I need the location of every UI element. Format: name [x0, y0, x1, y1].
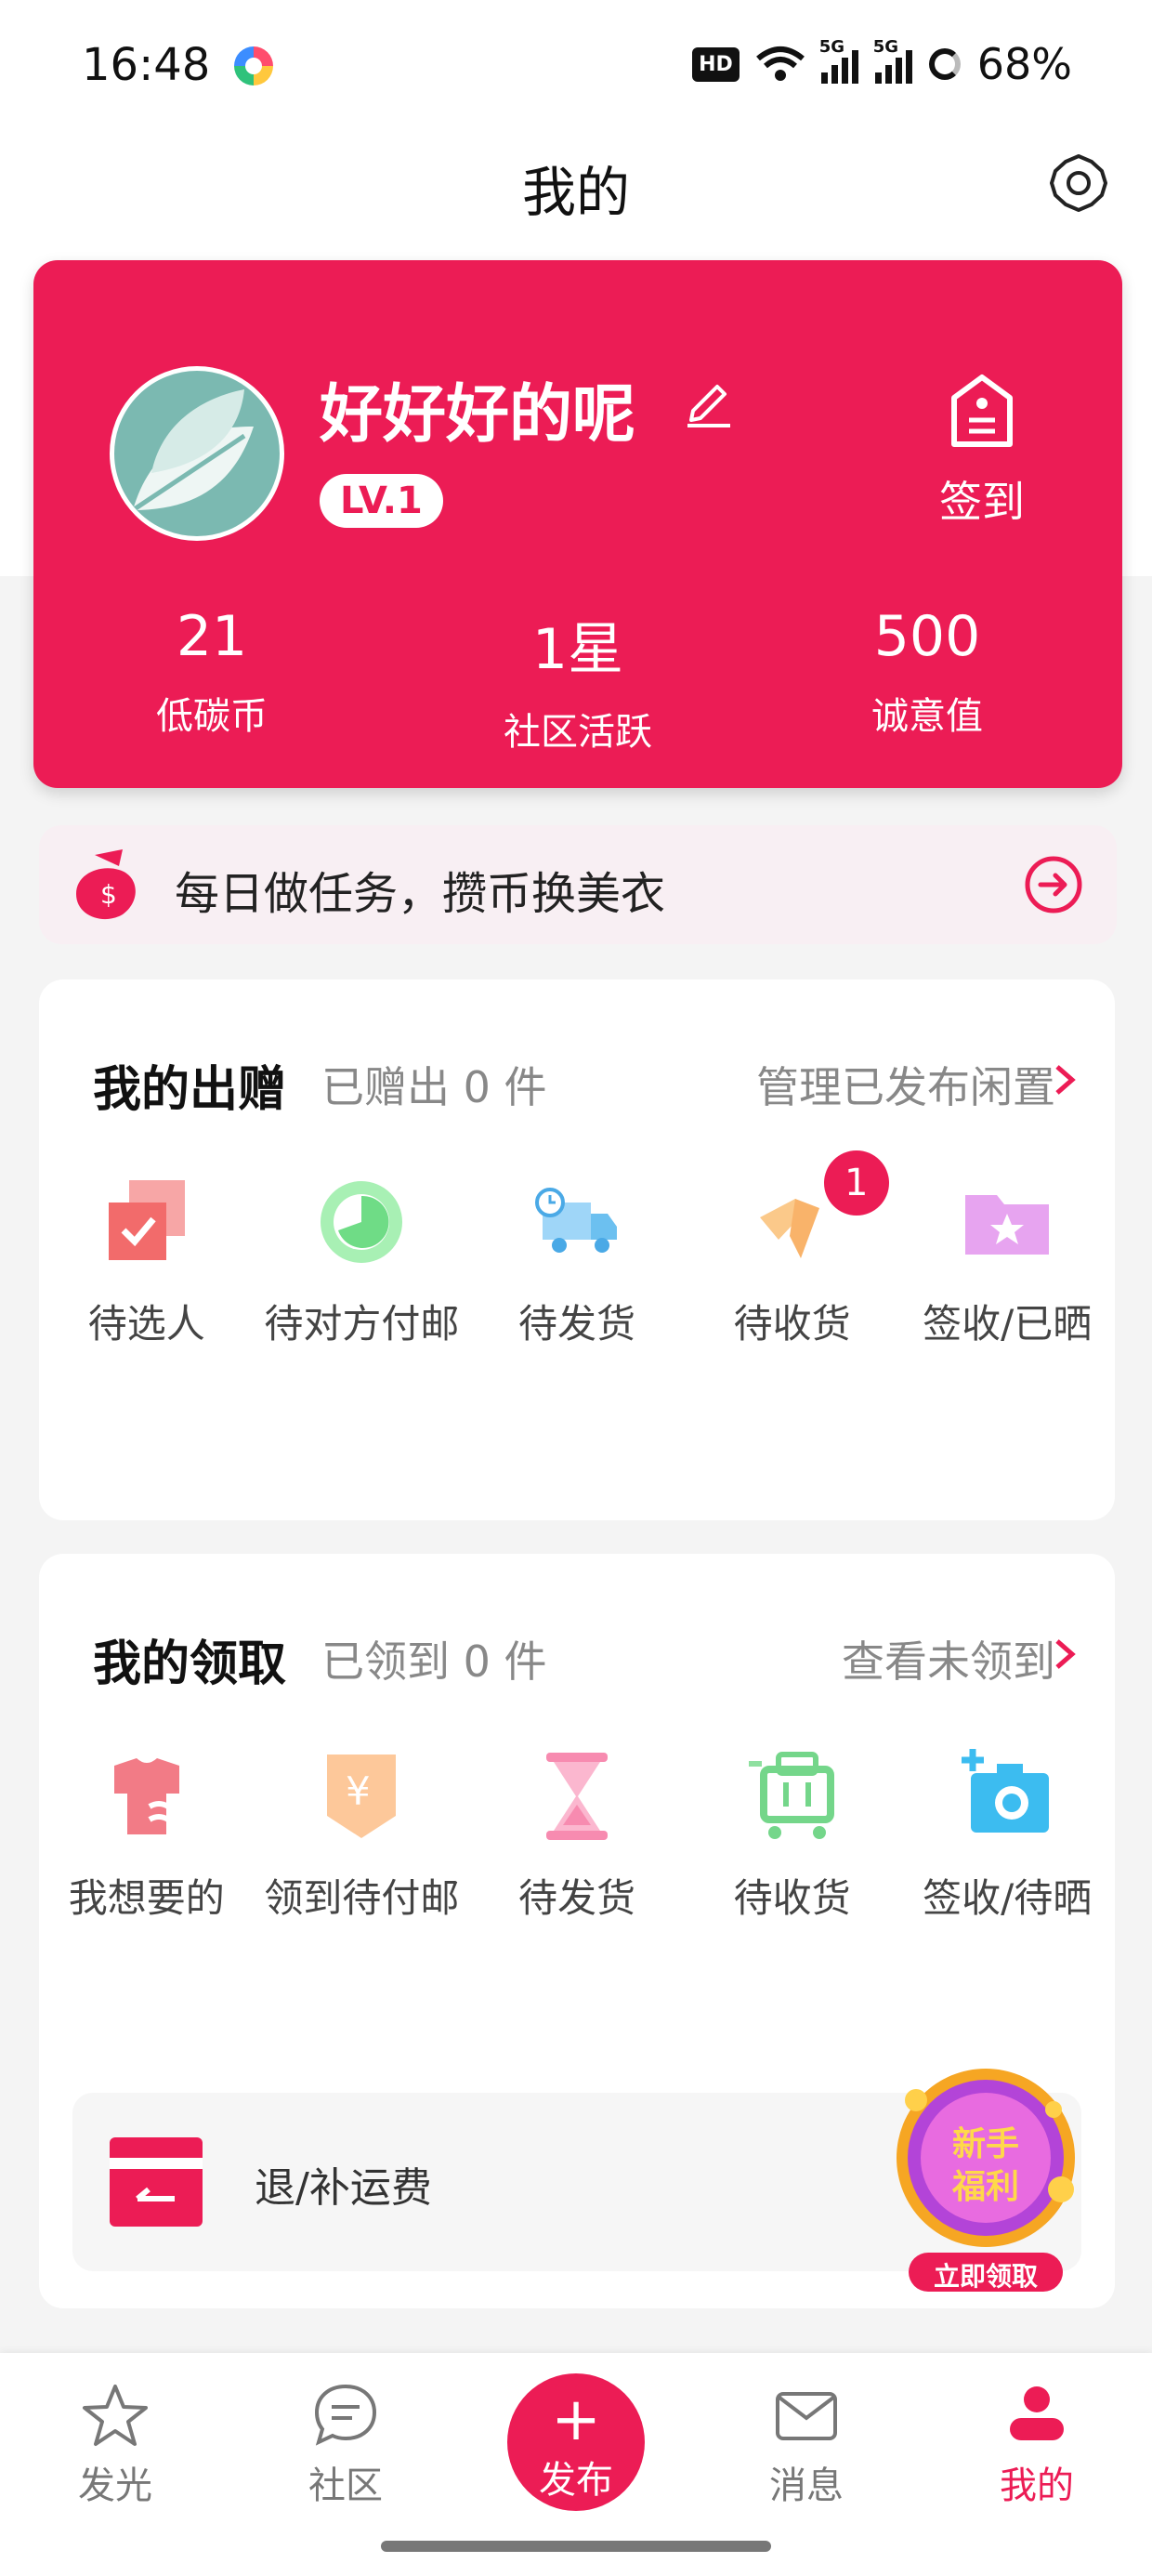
- item-label: 签收/待晒: [923, 1875, 1093, 1921]
- settings-gear-icon[interactable]: [1048, 152, 1109, 214]
- chat-icon: [314, 2384, 377, 2446]
- hourglass-icon: [545, 1753, 608, 1840]
- profile-card: 好好好的呢 LV.1 签到 21 低碳币 1星 社区活跃 500 诚意值: [33, 260, 1122, 788]
- task-banner-text: 每日做任务，攒币换美衣: [175, 868, 666, 920]
- money-bag-icon: $: [76, 849, 136, 920]
- view-not-received-link[interactable]: 查看未领到: [842, 1628, 1055, 1689]
- receiving-item-to-receive[interactable]: 待收货: [685, 1745, 900, 1929]
- delivery-truck-icon: [534, 1188, 617, 1253]
- status-time: 16:48: [82, 39, 211, 91]
- refund-card-icon: [110, 2137, 203, 2227]
- leaf-avatar-icon: [131, 389, 254, 513]
- stat-label: 低碳币: [156, 695, 268, 738]
- tab-mine[interactable]: 我的: [944, 2381, 1130, 2509]
- stat-label: 诚意值: [871, 695, 983, 738]
- stat-value: 500: [873, 604, 981, 669]
- cart-icon: [748, 1752, 834, 1839]
- item-label: 待发货: [517, 1875, 635, 1921]
- newbie-welfare-badge[interactable]: 新手 福利 立即领取: [888, 2057, 1083, 2299]
- section-title: 我的出赠: [93, 1062, 287, 1118]
- item-label: 我想要的: [68, 1875, 225, 1921]
- manage-listings-link[interactable]: 管理已发布闲置: [756, 1054, 1055, 1115]
- arrow-right-circle-icon[interactable]: [1024, 855, 1083, 914]
- receiving-item-pay-postage[interactable]: ¥ 领到待付邮: [255, 1745, 470, 1929]
- svg-text:¥: ¥: [346, 1768, 371, 1814]
- giving-item-signed[interactable]: 签收/已晒: [899, 1171, 1115, 1355]
- my-giving-card: 我的出赠 已赠出 0 件 管理已发布闲置 待选人 待对方付邮 待发货 1 待收货…: [39, 979, 1115, 1520]
- stat-label: 社区活跃: [504, 711, 652, 754]
- status-bar: 16:48 HD 5G 5G 68%: [0, 0, 1152, 139]
- receiving-item-to-ship[interactable]: 待发货: [469, 1745, 685, 1929]
- publish-button[interactable]: + 发布: [507, 2373, 645, 2511]
- plus-icon: +: [551, 2385, 601, 2454]
- candidate-icon: [108, 1180, 185, 1260]
- app-notification-icon: [234, 46, 273, 85]
- item-label: 待对方付邮: [264, 1301, 460, 1347]
- stat-sincerity[interactable]: 500 诚意值: [788, 604, 1067, 740]
- tab-label: 发光: [78, 2464, 152, 2507]
- giving-item-waiting-postage[interactable]: 待对方付邮: [255, 1171, 470, 1355]
- tab-community[interactable]: 社区: [253, 2381, 439, 2509]
- battery-icon: [928, 48, 961, 80]
- signal-icon: 5G: [819, 37, 858, 84]
- folder-star-icon: [965, 1195, 1050, 1255]
- battery-level: 68%: [976, 39, 1072, 89]
- username: 好好好的呢: [320, 378, 636, 452]
- tab-label: 消息: [769, 2464, 844, 2507]
- promo-line1: 新手: [951, 2125, 1019, 2163]
- avatar[interactable]: [110, 366, 284, 541]
- level-badge: LV.1: [320, 474, 443, 528]
- user-icon: [1010, 2386, 1064, 2440]
- item-label: 领到待付邮: [264, 1875, 460, 1921]
- status-indicators: HD 5G 5G 68%: [692, 37, 1072, 89]
- promo-line2: 福利: [951, 2168, 1019, 2206]
- chevron-right-icon[interactable]: [1052, 1636, 1078, 1673]
- tab-label: 我的: [1000, 2464, 1074, 2507]
- tab-label: 社区: [308, 2464, 383, 2507]
- section-summary: 已赠出 0 件: [321, 1062, 547, 1112]
- section-title: 我的领取: [93, 1636, 287, 1692]
- page-title: 我的: [521, 161, 630, 224]
- checkin-icon: [951, 375, 1013, 447]
- star-icon: [83, 2385, 148, 2446]
- item-label: 待发货: [517, 1301, 635, 1347]
- publish-label: 发布: [539, 2459, 613, 2502]
- giving-item-to-receive[interactable]: 1 待收货: [685, 1150, 900, 1355]
- giving-item-candidate[interactable]: 待选人: [39, 1171, 255, 1355]
- receiving-item-wanted[interactable]: 我想要的: [39, 1745, 255, 1929]
- tab-messages[interactable]: 消息: [713, 2381, 899, 2509]
- unread-badge: 1: [823, 1150, 889, 1216]
- clothes-icon: [113, 1758, 189, 1834]
- daily-task-banner[interactable]: $ 每日做任务，攒币换美衣: [39, 825, 1117, 944]
- section-summary: 已领到 0 件: [321, 1636, 547, 1687]
- item-label: 待选人: [87, 1301, 205, 1347]
- chevron-right-icon[interactable]: [1052, 1061, 1078, 1098]
- camera-plus-icon: [962, 1749, 1050, 1833]
- waiting-postage-icon: [321, 1181, 403, 1263]
- mail-icon: [776, 2392, 837, 2440]
- edit-pencil-icon[interactable]: [680, 374, 736, 429]
- tab-glow[interactable]: 发光: [22, 2381, 208, 2509]
- checkin-button[interactable]: 签到: [912, 372, 1052, 530]
- item-label: 待收货: [733, 1875, 851, 1921]
- hd-icon: HD: [692, 46, 740, 82]
- stat-value: 1星: [531, 617, 624, 682]
- yen-pay-icon: ¥: [327, 1755, 397, 1838]
- checkin-label: 签到: [939, 477, 1025, 527]
- stat-value: 21: [176, 604, 248, 669]
- item-label: 待收货: [733, 1301, 851, 1347]
- signal-icon: 5G: [873, 37, 912, 84]
- giving-item-to-ship[interactable]: 待发货: [469, 1171, 685, 1355]
- stat-community-activity[interactable]: 1星 社区活跃: [439, 604, 717, 756]
- refund-label: 退/补运费: [255, 2164, 432, 2212]
- stat-low-carbon-coins[interactable]: 21 低碳币: [72, 604, 351, 740]
- wifi-icon: [755, 46, 805, 81]
- svg-text:$: $: [100, 879, 117, 910]
- item-label: 签收/已晒: [923, 1301, 1093, 1347]
- receiving-item-signed[interactable]: 签收/待晒: [899, 1745, 1115, 1929]
- home-indicator[interactable]: [381, 2541, 771, 2552]
- promo-cta: 立即领取: [933, 2261, 1038, 2292]
